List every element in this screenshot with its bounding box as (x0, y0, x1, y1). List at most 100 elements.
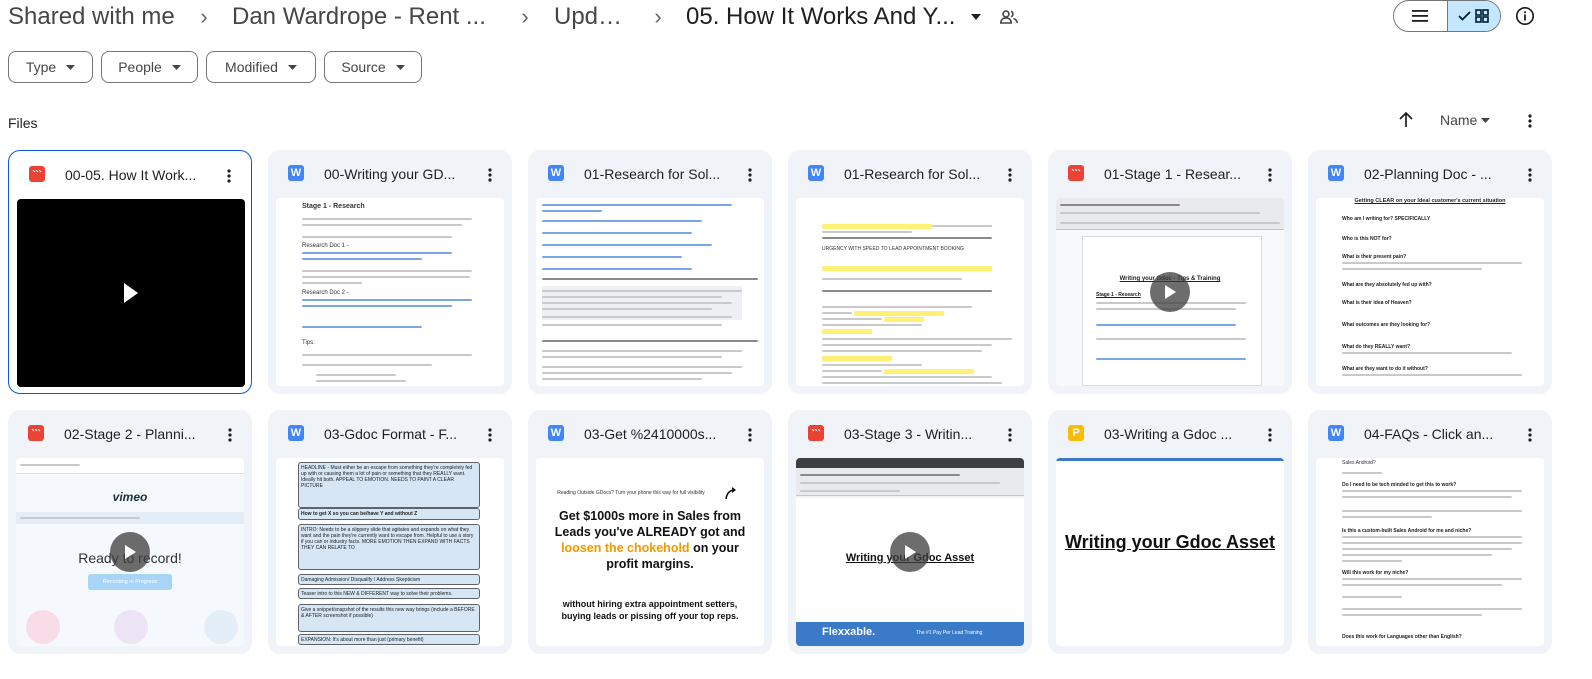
file-card[interactable]: W 03-Get %2410000s... Reading Outside GD… (528, 410, 772, 654)
more-vert-icon[interactable] (217, 164, 241, 188)
file-card[interactable]: W 02-Planning Doc - ... Getting CLEAR on… (1308, 150, 1552, 394)
file-thumbnail: Reading Outside GDocs? Turn your phone t… (536, 458, 764, 646)
file-card[interactable]: W 00-Writing your GD... Stage 1 - Resear… (268, 150, 512, 394)
dropdown-arrow-icon (1481, 117, 1491, 123)
file-card[interactable]: 02-Stage 2 - Planni... vimeo Ready to re… (8, 410, 252, 654)
more-vert-icon[interactable] (218, 423, 242, 447)
filter-bar: Type People Modified Source (8, 51, 422, 83)
file-card[interactable]: W 01-Research for Sol... (528, 150, 772, 394)
preview-footer-text: The #1 Pay Per Lead Training (916, 630, 983, 636)
file-card[interactable]: P 03-Writing a Gdoc ... Writing your Gdo… (1048, 410, 1292, 654)
preview-headline-highlight: loosen the chokehold (561, 541, 690, 555)
filter-type-chip[interactable]: Type (8, 51, 93, 83)
file-thumbnail: URGENCY WITH SPEED TO LEAD APPOINTMENT B… (796, 198, 1024, 386)
file-card[interactable]: W 04-FAQs - Click an... Sales Android? D… (1308, 410, 1552, 654)
grid-icon (1475, 9, 1490, 23)
file-thumbnail: Sales Android? Do I need to be tech mind… (1316, 458, 1544, 646)
list-icon (1412, 10, 1429, 22)
preview-question: What are they want to do it without? (1342, 366, 1428, 372)
more-vert-icon[interactable] (1518, 423, 1542, 447)
word-doc-icon: W (808, 165, 824, 181)
breadcrumb-current-folder[interactable]: 05. How It Works And Y... (686, 1, 958, 33)
play-button[interactable] (1150, 272, 1190, 312)
arrow-up-icon[interactable] (1394, 108, 1418, 132)
more-vert-icon[interactable] (1518, 163, 1542, 187)
more-vert-icon[interactable] (478, 163, 502, 187)
preview-record-button: Recording in Progress (88, 574, 172, 590)
file-title: 02-Planning Doc - ... (1364, 166, 1492, 182)
breadcrumb: Shared with me › Dan Wardrope - Rent ...… (8, 0, 1022, 34)
file-thumbnail (536, 198, 764, 386)
file-card[interactable]: W 03-Gdoc Format - F... HEADLINE - Must … (268, 410, 512, 654)
more-vert-icon[interactable] (478, 423, 502, 447)
file-title: 02-Stage 2 - Planni... (64, 426, 196, 442)
file-title: 00-Writing your GD... (324, 166, 456, 182)
file-title: 01-Research for Sol... (844, 166, 981, 182)
play-button[interactable] (110, 532, 150, 572)
file-title: 03-Writing a Gdoc ... (1104, 426, 1233, 442)
preview-question: What do they REALLY want? (1342, 344, 1411, 350)
file-thumbnail: vimeo Ready to record! Recording in Prog… (16, 458, 244, 646)
file-card[interactable]: 01-Stage 1 - Resear... Writing your Gdoc… (1048, 150, 1292, 394)
list-view-button[interactable] (1394, 1, 1448, 31)
breadcrumb-dan-wardrope[interactable]: Dan Wardrope - Rent ... (232, 1, 496, 33)
filter-label: Modified (225, 59, 278, 75)
preview-question: What is their present pain? (1342, 254, 1407, 260)
preview-box: HEADLINE - Must either be an escape from… (298, 462, 480, 508)
preview-banner: URGENCY WITH SPEED TO LEAD APPOINTMENT B… (822, 246, 964, 252)
more-vert-icon[interactable] (1258, 423, 1282, 447)
filter-people-chip[interactable]: People (101, 51, 198, 83)
preview-question: Will this work for my niche? (1342, 570, 1409, 576)
word-doc-icon: W (1328, 165, 1344, 181)
chevron-right-icon: › (654, 4, 662, 29)
breadcrumb-update[interactable]: Update (554, 1, 630, 33)
file-thumbnail: Stage 1 - Research Research Doc 1 - Rese… (276, 198, 504, 386)
filter-label: Source (341, 59, 386, 75)
video-file-icon (29, 166, 45, 182)
preview-box: Teaser intro to this NEW & DIFFERENT way… (298, 588, 480, 599)
filter-source-chip[interactable]: Source (324, 51, 422, 83)
word-doc-icon: W (548, 165, 564, 181)
preview-question: Who is this NOT for? (1342, 236, 1392, 242)
more-vert-icon[interactable] (738, 163, 762, 187)
folder-menu-dropdown-icon[interactable] (964, 5, 988, 29)
more-vert-icon[interactable] (998, 423, 1022, 447)
file-thumbnail: Writing your Gdoc Asset (1056, 458, 1284, 646)
play-icon (124, 283, 138, 303)
preview-question: What are they absolutely fed up with? (1342, 282, 1432, 288)
video-file-icon (808, 425, 824, 441)
file-title: 04-FAQs - Click an... (1364, 426, 1494, 442)
filter-modified-chip[interactable]: Modified (206, 51, 316, 83)
files-heading: Files (8, 115, 38, 131)
info-icon[interactable] (1513, 4, 1537, 28)
play-button[interactable] (890, 532, 930, 572)
preview-question: Is this a custom-built Sales Android for… (1342, 528, 1472, 534)
file-card[interactable]: 03-Stage 3 - Writin... Writing your Gdoc… (788, 410, 1032, 654)
preview-heading: Getting CLEAR on your Ideal customer's c… (1354, 198, 1506, 204)
dropdown-arrow-icon (66, 64, 76, 70)
more-vert-icon[interactable] (998, 163, 1022, 187)
chevron-right-icon: › (521, 4, 529, 29)
file-thumbnail: Getting CLEAR on your Ideal customer's c… (1316, 198, 1544, 386)
sort-controls: Name (1394, 108, 1491, 132)
file-card[interactable]: 00-05. How It Work... (8, 150, 252, 394)
preview-section: Tips: (302, 340, 315, 346)
play-icon (1165, 285, 1176, 299)
sort-label: Name (1440, 112, 1478, 128)
file-card[interactable]: W 01-Research for Sol... URGENCY WITH SP… (788, 150, 1032, 394)
dropdown-arrow-icon (395, 64, 405, 70)
play-icon (125, 545, 136, 559)
preview-footer-brand: Flexxable. (822, 626, 876, 638)
preview-heading: Stage 1 - Research (302, 203, 365, 210)
more-vert-icon[interactable] (738, 423, 762, 447)
sort-by-name-button[interactable]: Name (1440, 112, 1491, 128)
breadcrumb-shared-with-me[interactable]: Shared with me (8, 1, 176, 33)
more-vert-icon[interactable] (1518, 109, 1542, 133)
preview-subheading: Research Doc 2 - (302, 290, 349, 296)
preview-topline: Reading Outside GDocs? Turn your phone t… (557, 490, 705, 496)
dropdown-arrow-icon (287, 64, 297, 70)
more-vert-icon[interactable] (1258, 163, 1282, 187)
shared-people-icon[interactable] (996, 4, 1022, 30)
grid-view-button[interactable] (1447, 1, 1500, 31)
preview-subtitle: Stage 1 - Research (1096, 292, 1141, 298)
